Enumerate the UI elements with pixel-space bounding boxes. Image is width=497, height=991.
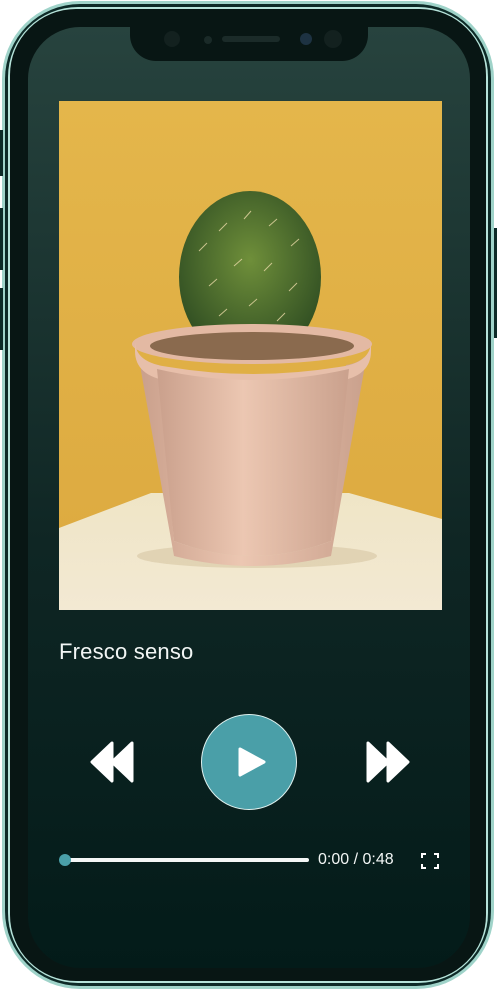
front-camera-icon <box>300 33 312 45</box>
current-time: 0:00 <box>318 851 350 868</box>
volume-down-side-button <box>0 208 3 270</box>
rewind-button[interactable] <box>90 741 134 783</box>
notch <box>130 27 368 61</box>
volume-up-side-button <box>0 130 3 176</box>
album-artwork <box>59 101 442 610</box>
fullscreen-button[interactable] <box>421 853 439 869</box>
progress-knob[interactable] <box>59 854 71 866</box>
duration: 0:48 <box>362 851 394 868</box>
progress-bar[interactable] <box>64 858 309 862</box>
mute-side-button <box>0 288 3 350</box>
proximity-sensor-icon <box>204 36 212 44</box>
speaker-grille <box>222 36 280 42</box>
cactus-in-pot-photo <box>59 101 442 610</box>
fast-forward-button[interactable] <box>366 741 410 783</box>
fast-forward-icon <box>366 741 410 783</box>
face-sensor-icon <box>324 30 342 48</box>
sensor-icon <box>164 31 180 47</box>
rewind-icon <box>90 741 134 783</box>
play-icon <box>238 747 266 777</box>
play-button[interactable] <box>201 714 297 810</box>
phone-frame: Fresco senso 0:00 / 0:48 <box>2 1 494 989</box>
time-display: 0:00 / 0:48 <box>318 851 394 869</box>
screen: Fresco senso 0:00 / 0:48 <box>28 27 470 968</box>
song-title: Fresco senso <box>59 639 194 664</box>
time-separator: / <box>349 851 363 868</box>
fullscreen-icon <box>421 853 439 869</box>
